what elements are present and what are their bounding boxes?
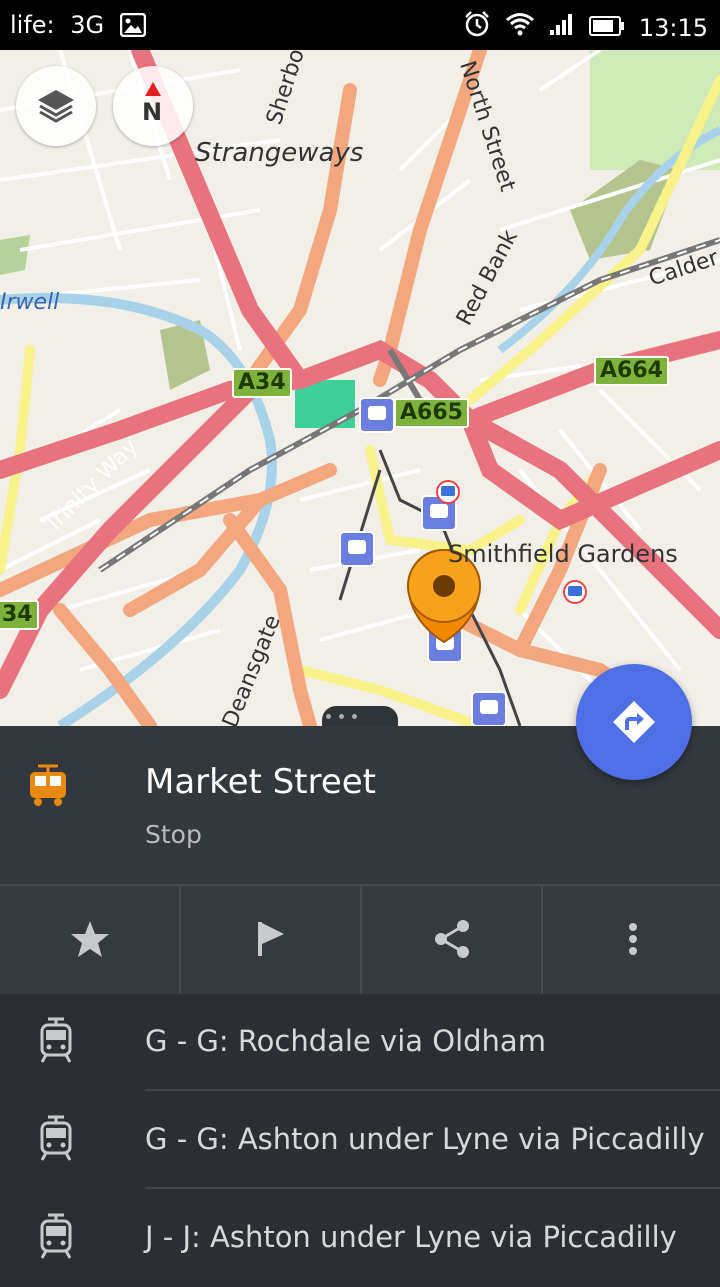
map-view[interactable]: Strangeways Sherborne St North Street Re…	[0, 50, 720, 726]
route-item[interactable]: G - G: Ashton under Lyne via Piccadilly	[0, 1092, 720, 1189]
compass-label: N	[142, 98, 163, 126]
alarm-icon	[463, 10, 491, 45]
place-type: Stop	[145, 820, 202, 849]
route-label: J - J: Ashton under Lyne via Piccadilly	[145, 1220, 677, 1254]
map-label-smithfield: Smithfield Gardens	[448, 540, 678, 568]
road-shield-a34: A34	[232, 368, 292, 398]
route-item[interactable]: G - G: Rochdale via Oldham	[0, 994, 720, 1091]
gallery-notification-icon	[119, 12, 147, 44]
tram-route-icon	[36, 1212, 76, 1264]
layers-button[interactable]	[16, 66, 96, 146]
carrier-label: life:	[10, 11, 55, 39]
directions-button[interactable]	[576, 664, 692, 780]
route-label: G - G: Ashton under Lyne via Piccadilly	[145, 1122, 705, 1156]
route-item[interactable]: J - J: Ashton under Lyne via Piccadilly	[0, 1190, 720, 1287]
signal-icon	[549, 12, 575, 43]
battery-icon	[588, 13, 625, 43]
route-label: G - G: Rochdale via Oldham	[145, 1024, 546, 1058]
map-label-strangeways: Strangeways	[195, 138, 364, 168]
compass-needle-icon	[145, 82, 161, 96]
place-title: Market Street	[145, 762, 376, 802]
clock-time: 13:15	[638, 13, 708, 42]
layers-icon	[36, 88, 76, 124]
more-button[interactable]	[543, 886, 720, 996]
star-icon	[70, 920, 110, 962]
status-left: life: 3G	[10, 10, 147, 44]
flag-icon	[256, 920, 286, 962]
road-shield-a34-edge: 34	[0, 600, 39, 630]
action-bar	[0, 884, 720, 996]
panel-drag-handle[interactable]	[322, 706, 398, 728]
more-vertical-icon	[627, 922, 639, 960]
status-bar: life: 3G 13:15	[0, 0, 720, 50]
wifi-icon	[505, 12, 535, 43]
tram-route-icon	[36, 1016, 76, 1068]
compass-button[interactable]: N	[113, 66, 193, 146]
tram-route-icon	[36, 1114, 76, 1166]
map-label-irwell: Irwell	[0, 290, 60, 315]
place-info-panel: Market Street Stop G - G: Rochdale via O…	[0, 726, 720, 1280]
road-shield-a664: A664	[594, 356, 669, 386]
flag-button[interactable]	[181, 886, 362, 996]
network-label: 3G	[70, 11, 105, 39]
route-list: G - G: Rochdale via Oldham G - G: Ashton…	[0, 994, 720, 1280]
share-button[interactable]	[362, 886, 543, 996]
tram-icon	[28, 762, 68, 812]
status-right: 13:15	[463, 10, 708, 45]
favorite-button[interactable]	[0, 886, 181, 996]
share-icon	[432, 919, 472, 963]
road-shield-a665: A665	[394, 398, 469, 428]
directions-icon	[612, 700, 656, 748]
